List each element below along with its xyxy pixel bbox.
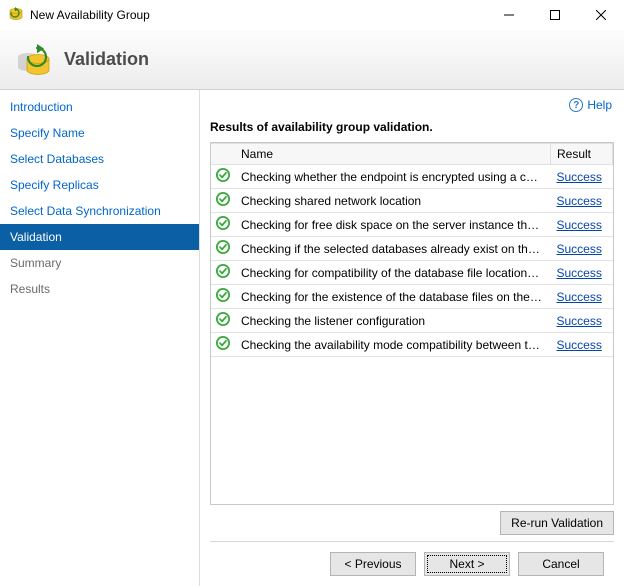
validation-name: Checking if the selected databases alrea… [235,237,551,261]
validation-result: Success [551,213,613,237]
step-title: Validation [64,49,149,70]
window-controls [486,0,624,30]
close-button[interactable] [578,0,624,30]
validation-name: Checking the availability mode compatibi… [235,333,551,357]
validation-header-row: Name Result [211,144,613,165]
validation-result: Success [551,309,613,333]
sidebar-item-specify-replicas[interactable]: Specify Replicas [0,172,199,198]
col-name[interactable]: Name [235,144,551,165]
validation-result: Success [551,261,613,285]
validation-name: Checking for free disk space on the serv… [235,213,551,237]
next-button[interactable]: Next > [424,552,510,576]
wizard-sidebar: IntroductionSpecify NameSelect Databases… [0,90,200,586]
success-icon [211,189,235,213]
validation-result: Success [551,237,613,261]
result-link[interactable]: Success [557,194,602,208]
rerun-validation-button[interactable]: Re-run Validation [500,511,614,535]
wizard-step-icon [16,42,52,78]
sidebar-item-validation[interactable]: Validation [0,224,199,250]
success-icon [211,165,235,189]
result-link[interactable]: Success [557,290,602,304]
validation-row[interactable]: Checking the availability mode compatibi… [211,333,613,357]
success-icon [211,309,235,333]
result-link[interactable]: Success [557,314,602,328]
validation-name: Checking for compatibility of the databa… [235,261,551,285]
rerun-row: Re-run Validation [210,505,614,541]
validation-result: Success [551,165,613,189]
result-link[interactable]: Success [557,338,602,352]
cancel-button[interactable]: Cancel [518,552,604,576]
sidebar-item-specify-name[interactable]: Specify Name [0,120,199,146]
validation-row[interactable]: Checking for free disk space on the serv… [211,213,613,237]
validation-row[interactable]: Checking for the existence of the databa… [211,285,613,309]
minimize-button[interactable] [486,0,532,30]
validation-name: Checking whether the endpoint is encrypt… [235,165,551,189]
validation-row[interactable]: Checking shared network location Success [211,189,613,213]
validation-row[interactable]: Checking for compatibility of the databa… [211,261,613,285]
col-icon [211,144,235,165]
help-link[interactable]: ? Help [569,98,612,112]
success-icon [211,213,235,237]
validation-row[interactable]: Checking whether the endpoint is encrypt… [211,165,613,189]
result-link[interactable]: Success [557,170,602,184]
validation-table: Name Result Checking whether the endpoin… [211,143,613,357]
wizard-main: ? Help Results of availability group val… [200,90,624,586]
validation-table-wrap: Name Result Checking whether the endpoin… [210,142,614,505]
validation-name: Checking shared network location [235,189,551,213]
validation-result: Success [551,285,613,309]
validation-name: Checking the listener configuration [235,309,551,333]
help-label: Help [587,98,612,112]
success-icon [211,333,235,357]
app-icon [8,7,24,23]
validation-name: Checking for the existence of the databa… [235,285,551,309]
previous-button[interactable]: < Previous [330,552,416,576]
sidebar-item-select-databases[interactable]: Select Databases [0,146,199,172]
window-title: New Availability Group [30,8,486,22]
validation-row[interactable]: Checking if the selected databases alrea… [211,237,613,261]
wizard-body: IntroductionSpecify NameSelect Databases… [0,90,624,586]
validation-result: Success [551,333,613,357]
sidebar-item-select-data-synchronization[interactable]: Select Data Synchronization [0,198,199,224]
validation-result: Success [551,189,613,213]
wizard-footer: < Previous Next > Cancel [210,541,614,586]
result-link[interactable]: Success [557,218,602,232]
col-result[interactable]: Result [551,144,613,165]
result-link[interactable]: Success [557,242,602,256]
titlebar: New Availability Group [0,0,624,30]
maximize-button[interactable] [532,0,578,30]
success-icon [211,261,235,285]
sidebar-item-summary: Summary [0,250,199,276]
help-icon: ? [569,98,583,112]
validation-row[interactable]: Checking the listener configuration Succe… [211,309,613,333]
sidebar-item-introduction[interactable]: Introduction [0,94,199,120]
success-icon [211,237,235,261]
sidebar-item-results: Results [0,276,199,302]
results-header: Results of availability group validation… [210,120,614,134]
result-link[interactable]: Success [557,266,602,280]
success-icon [211,285,235,309]
header-band: Validation [0,30,624,90]
